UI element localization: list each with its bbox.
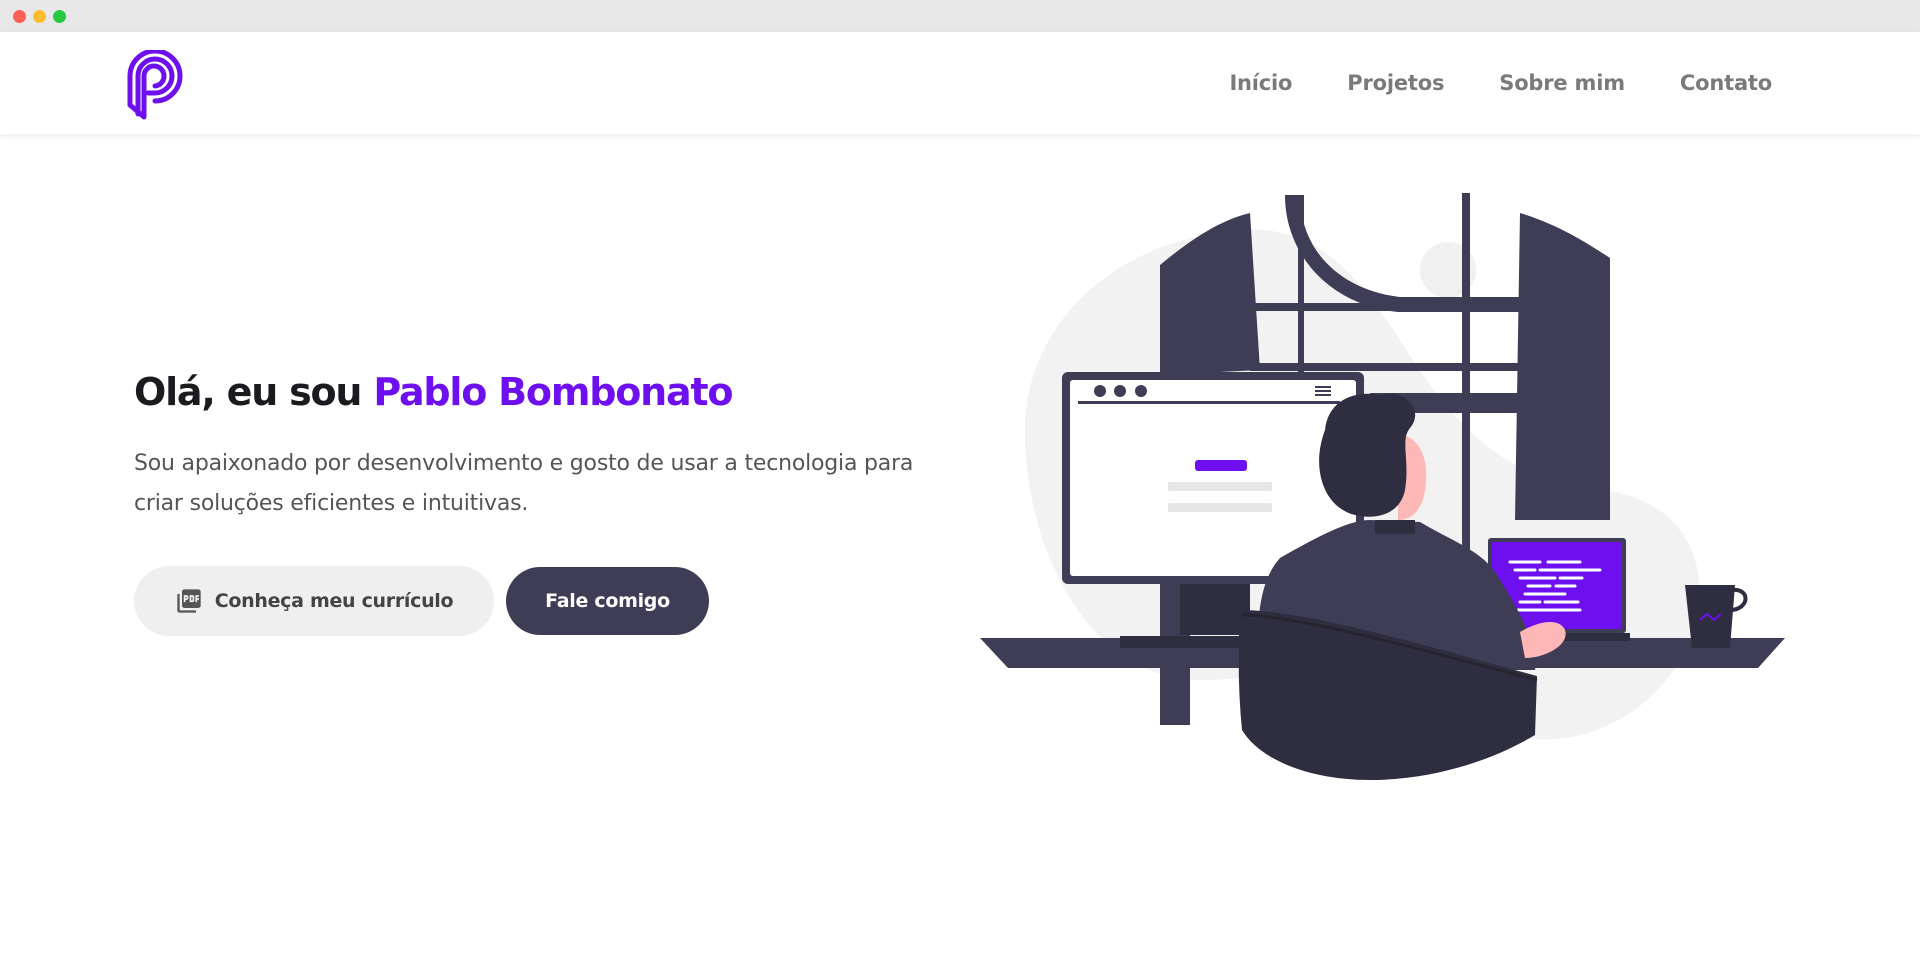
window-mullion [1462, 193, 1470, 583]
screen-accent-bar [1195, 460, 1247, 471]
hero-title: Olá, eu sou Pablo Bombonato [134, 370, 974, 414]
resume-button[interactable]: Conheça meu currículo [134, 566, 494, 636]
site-header: Início Projetos Sobre mim Contato [0, 32, 1920, 134]
nav-link-sobre-mim[interactable]: Sobre mim [1499, 71, 1625, 95]
resume-button-label: Conheça meu currículo [214, 590, 454, 612]
nav-link-projetos[interactable]: Projetos [1347, 71, 1444, 95]
hero-name: Pablo Bombonato [373, 370, 733, 414]
hero-actions: Conheça meu currículo Fale comigo [134, 566, 709, 636]
pdf-icon [177, 589, 201, 613]
hero-greeting: Olá, eu sou [134, 370, 374, 414]
window-rail [1250, 363, 1520, 371]
contact-button[interactable]: Fale comigo [506, 567, 709, 635]
browser-title-bar [0, 0, 1920, 32]
minimize-window-icon[interactable] [33, 10, 46, 23]
brand-logo-icon[interactable] [124, 50, 184, 120]
window-right-pane [1515, 213, 1610, 520]
developer-illustration [980, 193, 1785, 780]
nav-link-inicio[interactable]: Início [1229, 71, 1292, 95]
person-hair [1319, 393, 1416, 517]
window-sill-mid [1250, 303, 1520, 311]
maximize-window-icon[interactable] [53, 10, 66, 23]
close-window-icon[interactable] [13, 10, 26, 23]
nav-link-contato[interactable]: Contato [1680, 71, 1772, 95]
hero-section: Olá, eu sou Pablo Bombonato Sou apaixona… [134, 370, 974, 524]
hero-description: Sou apaixonado por desenvolvimento e gos… [134, 451, 914, 516]
main-nav: Início Projetos Sobre mim Contato [1229, 32, 1772, 134]
